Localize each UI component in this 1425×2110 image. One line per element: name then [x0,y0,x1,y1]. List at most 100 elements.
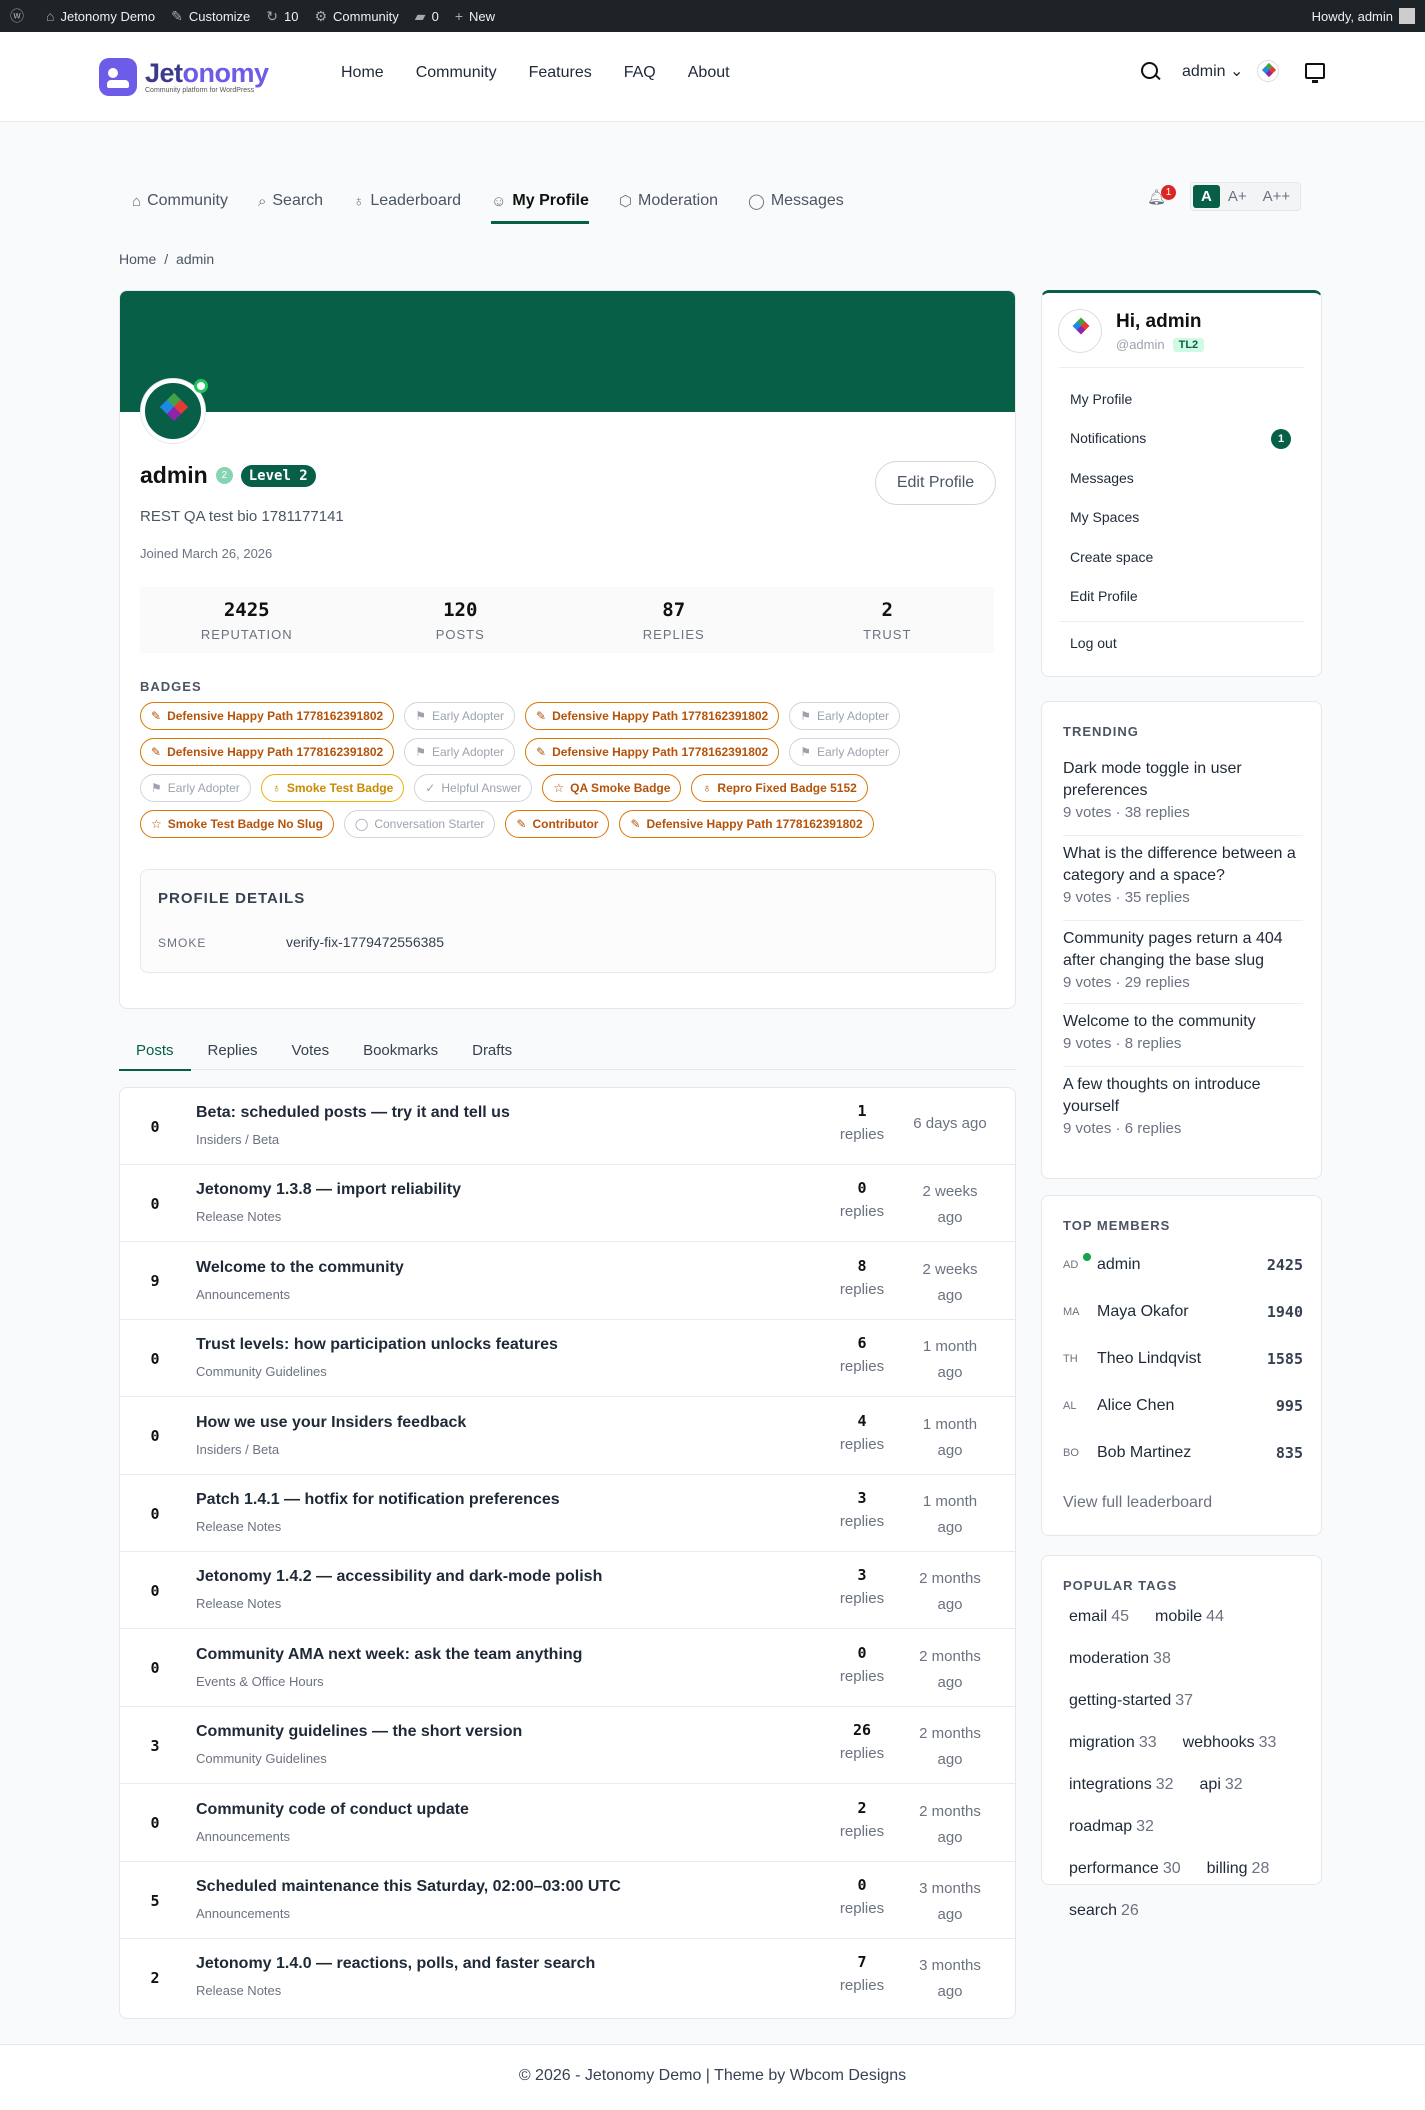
badge[interactable]: ☆ Smoke Test Badge No Slug [140,810,334,838]
tag-link[interactable]: search 26 [1063,1900,1145,1922]
edit-profile-button[interactable]: Edit Profile [875,461,996,505]
table-row[interactable]: 0 Community AMA next week: ask the team a… [120,1630,1015,1707]
post-category[interactable]: Community Guidelines [196,1364,327,1379]
font-size-large[interactable]: A+ [1220,185,1255,208]
post-title[interactable]: Beta: scheduled posts — try it and tell … [196,1104,510,1122]
tag-link[interactable]: api 32 [1194,1774,1249,1796]
nav-home[interactable]: Home [341,64,384,82]
post-title[interactable]: Welcome to the community [196,1259,404,1277]
post-category[interactable]: Announcements [196,1906,290,1921]
post-title[interactable]: Scheduled maintenance this Saturday, 02:… [196,1878,621,1896]
badge[interactable]: ✎ Defensive Happy Path 1778162391802 [140,702,395,730]
breadcrumb-home[interactable]: Home [119,251,156,267]
post-category[interactable]: Release Notes [196,1983,281,1998]
badge[interactable]: ☆ QA Smoke Badge [542,774,682,802]
post-title[interactable]: Jetonomy 1.3.8 — import reliability [196,1181,461,1199]
menu-log-out[interactable]: Log out [1070,635,1117,651]
menu-messages[interactable]: Messages [1070,470,1134,486]
badge[interactable]: ✎ Defensive Happy Path 1778162391802 [525,702,780,730]
post-category[interactable]: Insiders / Beta [196,1132,279,1147]
nav-faq[interactable]: FAQ [624,64,656,82]
nav-about[interactable]: About [688,64,730,82]
table-row[interactable]: 0 Trust levels: how participation unlocks… [120,1320,1015,1398]
post-title[interactable]: Trust levels: how participation unlocks … [196,1336,558,1354]
badge[interactable]: ♁ Repro Fixed Badge 5152 [691,774,868,802]
howdy-menu[interactable]: Howdy, admin [1312,8,1415,24]
table-row[interactable]: 0 Jetonomy 1.4.2 — accessibility and dark… [120,1552,1015,1630]
tag-link[interactable]: mobile 44 [1149,1606,1230,1628]
list-item[interactable]: What is the difference between a categor… [1063,843,1303,906]
member-row[interactable]: AD admin 2425 [1063,1250,1303,1280]
community-link[interactable]: ⚙ Community [314,8,398,25]
search-icon[interactable] [1140,61,1160,81]
badge[interactable]: ⚑ Early Adopter [789,702,901,730]
list-item[interactable]: Community pages return a 404 after chang… [1063,928,1303,991]
trending-title-link[interactable]: Welcome to the community [1063,1011,1303,1033]
table-row[interactable]: 5 Scheduled maintenance this Saturday, 02… [120,1862,1015,1939]
menu-notifications[interactable]: Notifications [1070,430,1146,446]
badge[interactable]: ✎ Contributor [505,810,610,838]
table-row[interactable]: 0 Patch 1.4.1 — hotfix for notification p… [120,1475,1015,1552]
post-title[interactable]: Community AMA next week: ask the team an… [196,1646,582,1664]
badge[interactable]: ⚑ Early Adopter [404,738,516,766]
tag-link[interactable]: migration 33 [1063,1732,1163,1754]
tab-messages[interactable]: ◯ Messages [748,178,844,224]
tag-link[interactable]: integrations 32 [1063,1774,1180,1796]
badge[interactable]: ⚑ Early Adopter [789,738,901,766]
notifications-bell[interactable]: 🔔︎ 1 [1147,184,1176,206]
post-title[interactable]: How we use your Insiders feedback [196,1414,466,1432]
tab-replies[interactable]: Replies [191,1030,275,1070]
nav-features[interactable]: Features [529,64,592,82]
post-title[interactable]: Jetonomy 1.4.2 — accessibility and dark-… [196,1568,602,1586]
post-title[interactable]: Jetonomy 1.4.0 — reactions, polls, and f… [196,1955,595,1973]
tab-drafts[interactable]: Drafts [455,1030,529,1070]
list-item[interactable]: A few thoughts on introduce yourself 9 vo… [1063,1074,1303,1137]
tab-moderation[interactable]: ⬡ Moderation [619,178,718,224]
trending-title-link[interactable]: A few thoughts on introduce yourself [1063,1074,1303,1118]
badge[interactable]: ◯ Conversation Starter [343,810,496,838]
tag-link[interactable]: roadmap 32 [1063,1816,1160,1838]
customize-link[interactable]: ✎ Customize [171,8,250,25]
tab-votes[interactable]: Votes [275,1030,347,1070]
badge[interactable]: ✎ Defensive Happy Path 1778162391802 [619,810,874,838]
buddyx-avatar[interactable] [1257,60,1280,82]
post-title[interactable]: Patch 1.4.1 — hotfix for notification pr… [196,1491,560,1509]
table-row[interactable]: 0 How we use your Insiders feedback Inside… [120,1398,1015,1475]
table-row[interactable]: 0 Jetonomy 1.3.8 — import reliability Rele… [120,1165,1015,1243]
post-title[interactable]: Community guidelines — the short version [196,1723,522,1741]
user-menu[interactable]: admin ⌄ [1182,61,1243,81]
tag-link[interactable]: getting-started 37 [1063,1690,1199,1712]
menu-create-space[interactable]: Create space [1070,549,1153,565]
tag-link[interactable]: performance 30 [1063,1858,1187,1880]
tab-bookmarks[interactable]: Bookmarks [346,1030,455,1070]
badge[interactable]: ✎ Defensive Happy Path 1778162391802 [525,738,780,766]
tag-link[interactable]: moderation 38 [1063,1648,1177,1670]
tab-posts[interactable]: Posts [119,1030,191,1071]
post-category[interactable]: Announcements [196,1829,290,1844]
trending-title-link[interactable]: Community pages return a 404 after chang… [1063,928,1303,972]
trending-title-link[interactable]: What is the difference between a categor… [1063,843,1303,887]
font-size-normal[interactable]: A [1193,185,1220,208]
post-category[interactable]: Release Notes [196,1519,281,1534]
list-item[interactable]: Welcome to the community 9 votes · 8 repl… [1063,1011,1303,1052]
menu-my-profile[interactable]: My Profile [1070,391,1132,407]
tab-my-profile[interactable]: ☺ My Profile [491,178,589,224]
monitor-icon[interactable] [1305,63,1326,83]
table-row[interactable]: 2 Jetonomy 1.4.0 — reactions, polls, and … [120,1939,1015,2016]
site-name-link[interactable]: ⌂ Jetonomy Demo [46,8,155,24]
comments-link[interactable]: ▰ 0 [415,8,439,25]
trending-title-link[interactable]: Dark mode toggle in user preferences [1063,758,1303,802]
post-category[interactable]: Community Guidelines [196,1751,327,1766]
post-category[interactable]: Announcements [196,1287,290,1302]
member-row[interactable]: BO Bob Martinez 835 [1063,1438,1303,1468]
member-row[interactable]: MA Maya Okafor 1940 [1063,1297,1303,1327]
badge[interactable]: ♁ Smoke Test Badge [260,774,405,802]
post-category[interactable]: Release Notes [196,1209,281,1224]
tag-link[interactable]: webhooks 33 [1177,1732,1283,1754]
badge[interactable]: ⚑ Early Adopter [140,774,251,802]
tag-link[interactable]: email 45 [1063,1606,1135,1628]
new-link[interactable]: + New [455,8,495,24]
table-row[interactable]: 3 Community guidelines — the short versio… [120,1707,1015,1785]
table-row[interactable]: 0 Community code of conduct update Announc… [120,1785,1015,1862]
post-category[interactable]: Insiders / Beta [196,1442,279,1457]
